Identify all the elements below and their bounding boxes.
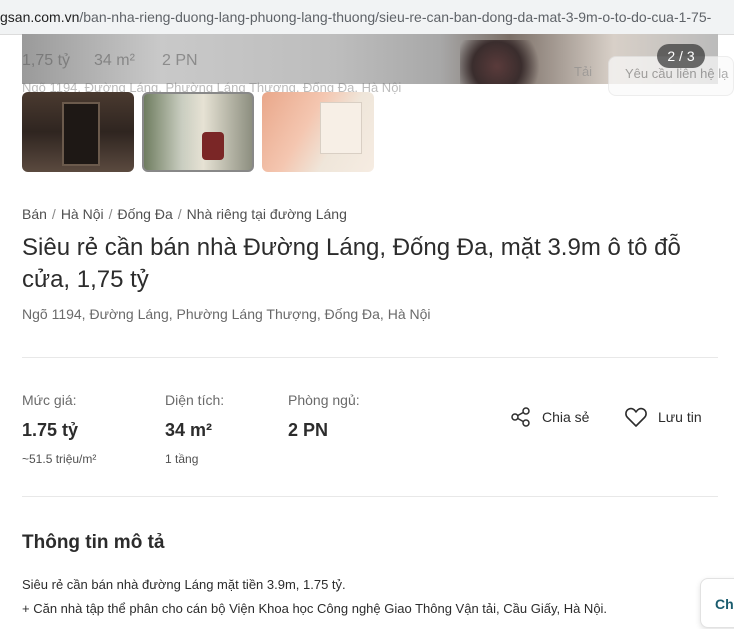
share-button[interactable]: Chia sẻ — [510, 406, 589, 428]
url-path: /ban-nha-rieng-duong-lang-phuong-lang-th… — [79, 9, 712, 25]
thumbnail-2-selected[interactable] — [142, 92, 254, 172]
thumbnail-1[interactable] — [22, 92, 134, 172]
price-per-m2: ~51.5 triệu/m² — [22, 452, 97, 466]
overlay-rooms: 2 PN — [162, 52, 198, 69]
divider-bottom — [22, 496, 718, 497]
breadcrumb-separator: / — [51, 206, 56, 222]
stat-rooms: Phòng ngủ: 2 PN — [288, 392, 360, 444]
address-bar[interactable]: gsan.com.vn/ban-nha-rieng-duong-lang-phu… — [0, 0, 734, 35]
share-label: Chia sẻ — [542, 409, 590, 425]
stat-price: Mức giá: 1.75 tỷ ~51.5 triệu/m² — [22, 392, 96, 466]
breadcrumb-separator: / — [177, 206, 182, 222]
breadcrumb-item-nha-rieng[interactable]: Nhà riêng tại đường Láng — [187, 206, 347, 222]
rooms-label: Phòng ngủ: — [288, 392, 360, 408]
rooms-value: 2 PN — [288, 420, 329, 440]
description-line-1: Siêu rẻ cần bán nhà đường Láng mặt tiền … — [22, 577, 346, 592]
photo-counter: 2 / 3 — [657, 44, 705, 68]
price-value: 1.75 tỷ — [22, 420, 79, 440]
price-label: Mức giá: — [22, 392, 77, 408]
description-title: Thông tin mô tả — [22, 532, 165, 553]
floors-count: 1 tầng — [165, 452, 199, 466]
chat-button[interactable]: Ch — [700, 578, 734, 628]
area-label: Diện tích: — [165, 392, 225, 408]
breadcrumb-separator: / — [108, 206, 113, 222]
overlay-area: 34 m² — [94, 52, 135, 69]
breadcrumb: Bán / Hà Nội / Đống Đa / Nhà riêng tại đường L… — [22, 206, 347, 222]
thumbnail-3[interactable] — [262, 92, 374, 172]
divider-top — [22, 357, 718, 358]
url-host: gsan.com.vn — [0, 9, 80, 25]
breadcrumb-item-ha-noi[interactable]: Hà Nội — [61, 206, 104, 222]
area-value: 34 m² — [165, 420, 213, 440]
breadcrumb-item-ban[interactable]: Bán — [22, 206, 47, 222]
description-line-2: + Căn nhà tập thể phân cho cán bộ Viện K… — [22, 601, 608, 616]
listing-address: Ngõ 1194, Đường Láng, Phường Láng Thượng… — [22, 306, 431, 322]
overlay-download: Tải — [574, 64, 593, 79]
photo-detail — [460, 40, 552, 84]
save-label: Lưu tin — [658, 409, 702, 425]
stat-area: Diện tích: 34 m² 1 tầng — [165, 392, 224, 466]
overlay-price: 1,75 tỷ — [22, 52, 71, 69]
save-button[interactable]: Lưu tin — [624, 406, 702, 428]
share-icon — [511, 407, 530, 427]
listing-title: Siêu rẻ cần bán nhà Đường Láng, Đống Đa,… — [22, 234, 681, 293]
breadcrumb-item-dong-da[interactable]: Đống Đa — [118, 206, 173, 222]
heart-icon — [625, 407, 647, 427]
